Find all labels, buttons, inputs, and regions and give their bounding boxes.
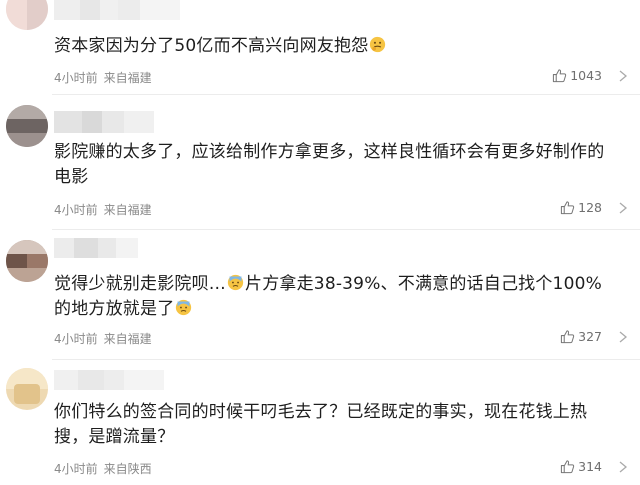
comment-text: 资本家因为分了50亿而不高兴向网友抱怨 [54, 34, 610, 59]
comment-time: 4小时前 [54, 71, 98, 85]
comment-time: 4小时前 [54, 332, 98, 346]
avatar[interactable] [6, 0, 48, 30]
like-button[interactable]: 327 [560, 329, 602, 344]
username-blurred[interactable] [54, 111, 154, 133]
comment-time: 4小时前 [54, 203, 98, 217]
divider [52, 229, 640, 230]
thumbs-up-icon [553, 69, 567, 83]
like-count: 128 [578, 200, 602, 215]
like-button[interactable]: 128 [560, 200, 602, 215]
like-count: 314 [578, 459, 602, 474]
comment-time: 4小时前 [54, 462, 98, 476]
comment-text: 你们特么的签合同的时候干叼毛去了？已经既定的事实，现在花钱上热搜，是蹭流量？ [54, 402, 588, 447]
comment-location: 来自福建 [103, 332, 152, 346]
like-button[interactable]: 1043 [552, 68, 602, 83]
comment-text: 影院赚的太多了，应该给制作方拿更多，这样良性循环会有更多好制作的电影 [54, 142, 605, 187]
comment-meta: 4小时前 来自陕西 [54, 460, 152, 477]
avatar[interactable] [6, 368, 48, 410]
like-count: 1043 [570, 68, 602, 83]
more-icon [619, 331, 628, 343]
more-options-button[interactable] [616, 200, 630, 214]
thumbs-up-icon [561, 330, 575, 344]
comment-meta: 4小时前 来自福建 [54, 330, 152, 347]
avatar[interactable] [6, 105, 48, 147]
comment-location: 来自福建 [103, 71, 152, 85]
comment-location: 来自福建 [103, 203, 152, 217]
username-blurred[interactable] [54, 238, 138, 258]
cold-sweat-face-icon [176, 299, 192, 316]
more-options-button[interactable] [616, 68, 630, 82]
thinking-face-icon [370, 36, 386, 53]
more-options-button[interactable] [616, 329, 630, 343]
like-count: 327 [578, 329, 602, 344]
thumbs-up-icon [561, 201, 575, 215]
divider [52, 359, 640, 360]
comment-meta: 4小时前 来自福建 [54, 201, 152, 218]
more-icon [619, 70, 628, 82]
comment-location: 来自陕西 [103, 462, 152, 476]
divider [52, 94, 640, 95]
username-blurred[interactable] [54, 0, 180, 20]
comment-text: 觉得少就别走影院呗… 片方拿走38-39%、不满意的话自己找个100%的地方放就… [54, 274, 602, 319]
more-options-button[interactable] [616, 459, 630, 473]
like-button[interactable]: 314 [560, 459, 602, 474]
comment-meta: 4小时前 来自福建 [54, 69, 152, 86]
cold-sweat-face-icon [227, 274, 244, 291]
avatar[interactable] [6, 240, 48, 282]
more-icon [619, 461, 628, 473]
more-icon [619, 202, 628, 214]
username-blurred[interactable] [54, 370, 164, 390]
thumbs-up-icon [561, 460, 575, 474]
